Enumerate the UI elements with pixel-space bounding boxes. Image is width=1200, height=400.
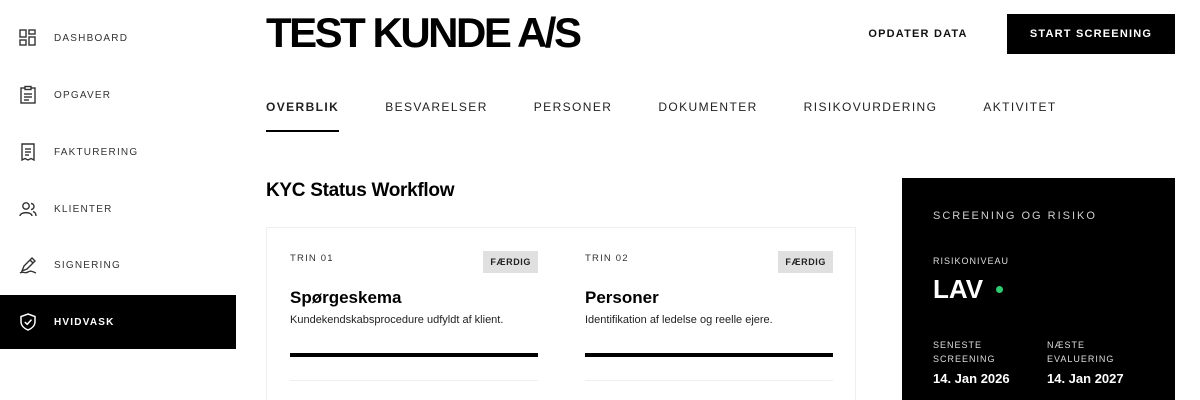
risk-level-label: RISIKONIVEAU — [933, 256, 1010, 266]
users-icon — [18, 199, 38, 219]
risk-panel: SCREENING OG RISIKO RISIKONIVEAU LAV SEN… — [902, 178, 1175, 400]
last-screening-label: SENESTE SCREENING — [933, 340, 996, 364]
clipboard-icon — [18, 85, 38, 105]
invoice-icon — [18, 142, 38, 162]
step-progress-bar — [290, 353, 538, 357]
status-badge: FÆRDIG — [778, 251, 833, 273]
tab-besvarelser[interactable]: BESVARELSER — [385, 92, 488, 132]
risk-panel-heading: SCREENING OG RISIKO — [933, 210, 1097, 222]
tab-dokumenter[interactable]: DOKUMENTER — [658, 92, 757, 132]
grid-icon — [18, 28, 38, 48]
sidebar-item-opgaver[interactable]: OPGAVER — [0, 68, 236, 122]
step-description: Kundekendskabsprocedure udfyldt af klien… — [290, 314, 504, 326]
app: DASHBOARD OPGAVER FAKTURERING KLIENTER S… — [0, 0, 1200, 400]
status-badge: FÆRDIG — [483, 251, 538, 273]
risk-level-value: LAV — [933, 274, 984, 304]
sidebar-item-klienter[interactable]: KLIENTER — [0, 182, 236, 236]
sidebar-item-label: DASHBOARD — [54, 32, 129, 44]
step-title: Personer — [585, 288, 659, 307]
workflow-card: TRIN 01 FÆRDIG Spørgeskema Kundekendskab… — [266, 227, 856, 400]
sidebar-item-label: SIGNERING — [54, 259, 121, 271]
sidebar-item-dashboard[interactable]: DASHBOARD — [0, 11, 236, 65]
tab-bar: OVERBLIK BESVARELSER PERSONER DOKUMENTER… — [266, 92, 1103, 132]
last-screening: SENESTE SCREENING 14. Jan 2026 — [933, 338, 1043, 386]
step-description: Identifikation af ledelse og reelle ejer… — [585, 314, 773, 326]
sidebar-item-signering[interactable]: SIGNERING — [0, 238, 236, 292]
sidebar-item-label: KLIENTER — [54, 203, 113, 215]
sidebar: DASHBOARD OPGAVER FAKTURERING KLIENTER S… — [0, 0, 236, 400]
sidebar-item-label: HVIDVASK — [54, 316, 115, 328]
sidebar-item-label: FAKTURERING — [54, 146, 139, 158]
divider — [585, 380, 833, 381]
divider — [290, 380, 538, 381]
shield-icon — [18, 312, 38, 332]
page-title: TEST KUNDE A/S — [266, 9, 582, 56]
status-dot-icon — [996, 286, 1003, 293]
step-title: Spørgeskema — [290, 288, 402, 307]
sidebar-item-fakturering[interactable]: FAKTURERING — [0, 125, 236, 179]
workflow-step[interactable]: TRIN 02 FÆRDIG Personer Identifikation a… — [585, 228, 833, 400]
step-progress-bar — [585, 353, 833, 357]
tab-personer[interactable]: PERSONER — [534, 92, 613, 132]
tab-aktivitet[interactable]: AKTIVITET — [983, 92, 1056, 132]
last-screening-date: 14. Jan 2026 — [933, 371, 1010, 386]
next-evaluation: NÆSTE EVALUERING 14. Jan 2027 — [1047, 338, 1157, 386]
tab-overblik[interactable]: OVERBLIK — [266, 92, 340, 132]
tab-risikovurdering[interactable]: RISIKOVURDERING — [804, 92, 938, 132]
start-screening-button[interactable]: START SCREENING — [1007, 14, 1175, 54]
next-evaluation-date: 14. Jan 2027 — [1047, 371, 1124, 386]
step-number: TRIN 02 — [585, 253, 629, 264]
next-evaluation-label: NÆSTE EVALUERING — [1047, 340, 1115, 364]
pen-icon — [18, 255, 38, 275]
workflow-step[interactable]: TRIN 01 FÆRDIG Spørgeskema Kundekendskab… — [290, 228, 538, 400]
update-data-button[interactable]: OPDATER DATA — [848, 14, 988, 54]
sidebar-item-hvidvask[interactable]: HVIDVASK — [0, 295, 236, 349]
step-number: TRIN 01 — [290, 253, 334, 264]
workflow-title: KYC Status Workflow — [266, 180, 455, 201]
sidebar-item-label: OPGAVER — [54, 89, 112, 101]
